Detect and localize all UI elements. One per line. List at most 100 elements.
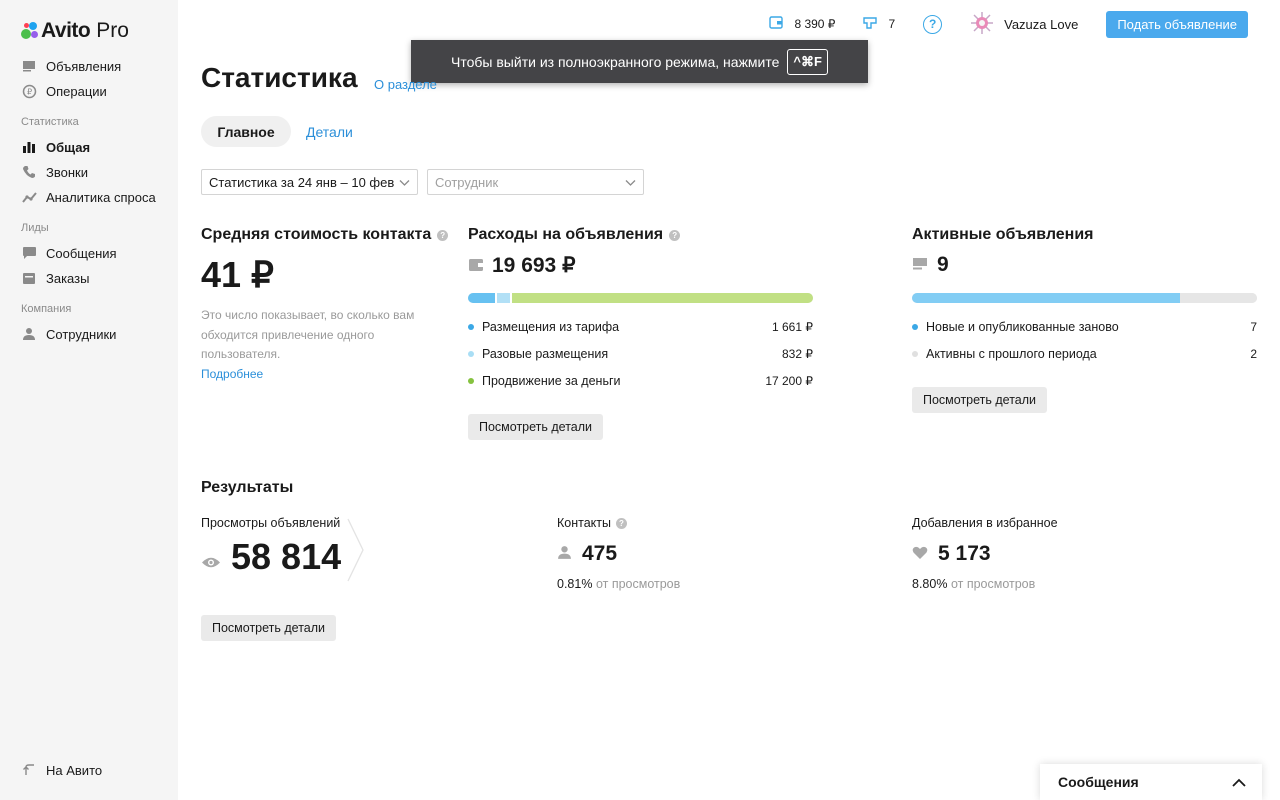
favorites-label: Добавления в избранное <box>912 516 1058 530</box>
bar-segment <box>1180 293 1257 303</box>
favorites-ratio-suffix: от просмотров <box>950 577 1036 591</box>
contact-cost-title: Средняя стоимость контакта ? <box>201 226 449 244</box>
eye-icon <box>201 536 221 578</box>
user-menu[interactable]: Vazuza Love <box>970 11 1078 38</box>
avito-pro-logo[interactable]: Avito Pro <box>21 19 129 43</box>
fullscreen-notice-text: Чтобы выйти из полноэкранного режима, на… <box>451 53 780 70</box>
user-name: Vazuza Love <box>1004 16 1079 32</box>
post-listing-button[interactable]: Подать объявление <box>1106 10 1248 38</box>
sidebar-section-stats: Статистика <box>21 116 79 128</box>
active-listings-total-value: 9 <box>937 253 949 276</box>
views-label: Просмотры объявлений <box>201 516 341 530</box>
contacts-ratio: 0.81% от просмотров <box>557 577 680 591</box>
contact-cost-value: 41 ₽ <box>201 254 274 295</box>
page-title: Статистика <box>201 62 358 93</box>
period-select-value: Статистика за 24 янв – 10 фев <box>209 174 395 190</box>
sidebar-item-calls[interactable]: Звонки <box>21 164 88 180</box>
favorites-value-text: 5 173 <box>938 542 991 565</box>
avatar <box>970 11 994 38</box>
listings-count-icon <box>863 16 878 32</box>
contact-cost-title-text: Средняя стоимость контакта <box>201 226 432 243</box>
expenses-bar <box>468 293 813 303</box>
results-details-button[interactable]: Посмотреть детали <box>201 615 336 641</box>
expenses-total-value: 19 693 ₽ <box>492 254 576 277</box>
sidebar-item-employees[interactable]: Сотрудники <box>21 326 116 342</box>
messages-widget[interactable]: Сообщения <box>1040 764 1262 800</box>
contacts-label-text: Контакты <box>557 516 611 530</box>
employee-select-placeholder: Сотрудник <box>435 174 499 190</box>
help-icon[interactable]: ? <box>616 517 627 529</box>
chat-icon <box>21 245 37 261</box>
sidebar-item-label: Звонки <box>46 164 88 180</box>
back-to-avito-link[interactable]: На Авито <box>21 762 102 778</box>
chevron-down-icon <box>399 176 410 191</box>
legend-value: 7 <box>1250 320 1257 334</box>
bar-segment <box>511 293 813 303</box>
avito-logo-icon <box>21 22 39 40</box>
sidebar-section-company: Компания <box>21 303 72 315</box>
expenses-details-button[interactable]: Посмотреть детали <box>468 414 603 440</box>
sidebar-item-listings[interactable]: Объявления <box>21 58 121 74</box>
legend-value: 1 661 ₽ <box>772 320 813 334</box>
top-bar: 8 390 ₽ 7 ? Vazuza Love Подать объявлени… <box>769 10 1248 38</box>
more-info-link[interactable]: Подробнее <box>201 367 263 381</box>
help-icon[interactable]: ? <box>437 229 449 241</box>
sidebar-item-demand-analytics[interactable]: Аналитика спроса <box>21 189 156 205</box>
active-listings-bar <box>912 293 1257 303</box>
listings-counter[interactable]: 7 <box>863 16 895 32</box>
legend-dot <box>468 324 474 330</box>
legend-dot <box>468 351 474 357</box>
orders-icon <box>21 270 37 286</box>
contact-cost-description: Это число показывает, во сколько вам обх… <box>201 308 415 361</box>
back-link-label: На Авито <box>46 762 103 778</box>
help-icon: ? <box>923 14 943 34</box>
legend-item: Активны с прошлого периода <box>912 347 1097 361</box>
tab-details[interactable]: Детали <box>306 116 353 147</box>
bar-segment <box>468 293 498 303</box>
operations-icon: ₽ <box>21 83 37 99</box>
sidebar-item-label: Сотрудники <box>46 326 117 342</box>
active-listings-title: Активные объявления <box>912 226 1094 243</box>
expenses-total: 19 693 ₽ <box>468 253 575 278</box>
favorites-value: 5 173 <box>912 542 991 566</box>
shortcut-key: ^⌘F <box>787 48 828 75</box>
legend-value: 2 <box>1250 347 1257 361</box>
tab-main[interactable]: Главное <box>201 116 291 147</box>
sidebar-item-label: Заказы <box>46 270 90 286</box>
legend-label: Новые и опубликованные заново <box>926 320 1119 334</box>
employee-select[interactable]: Сотрудник <box>427 169 644 195</box>
sidebar: Avito Pro Объявления ₽ Операции Статисти… <box>0 0 178 800</box>
sidebar-item-messages[interactable]: Сообщения <box>21 245 117 261</box>
listing-icon <box>21 58 37 74</box>
sidebar-item-operations[interactable]: ₽ Операции <box>21 83 107 99</box>
sidebar-item-orders[interactable]: Заказы <box>21 270 89 286</box>
contacts-label: Контакты ? <box>557 516 627 530</box>
legend-dot <box>468 378 474 384</box>
legend-label: Размещения из тарифа <box>482 320 620 334</box>
about-section-link[interactable]: О разделе <box>374 77 437 92</box>
legend-value: 832 ₽ <box>782 347 813 361</box>
period-select[interactable]: Статистика за 24 янв – 10 фев <box>201 169 418 195</box>
favorites-ratio: 8.80% от просмотров <box>912 577 1035 591</box>
brand-suffix: Pro <box>96 19 129 42</box>
expenses-title-text: Расходы на объявления <box>468 226 664 243</box>
fullscreen-exit-notice: Чтобы выйти из полноэкранного режима, на… <box>411 40 868 83</box>
legend-item: Разовые размещения <box>468 347 608 361</box>
active-listings-details-button[interactable]: Посмотреть детали <box>912 387 1047 413</box>
help-button[interactable]: ? <box>923 14 943 34</box>
sidebar-section-leads: Лиды <box>21 222 49 234</box>
arrow-back-icon <box>21 762 37 778</box>
user-icon <box>21 326 37 342</box>
wallet-balance[interactable]: 8 390 ₽ <box>769 16 835 32</box>
messages-widget-title: Сообщения <box>1058 774 1139 790</box>
heart-icon <box>912 542 928 566</box>
sidebar-item-general[interactable]: Общая <box>21 139 90 155</box>
help-icon[interactable]: ? <box>669 229 681 241</box>
chevron-up-icon[interactable] <box>1232 774 1246 790</box>
trend-icon <box>21 189 37 205</box>
listings-count: 7 <box>888 17 896 31</box>
views-value-text: 58 814 <box>231 536 342 577</box>
bar-chart-icon <box>21 139 37 155</box>
chevron-down-icon <box>625 176 636 191</box>
listing-icon <box>912 253 928 277</box>
